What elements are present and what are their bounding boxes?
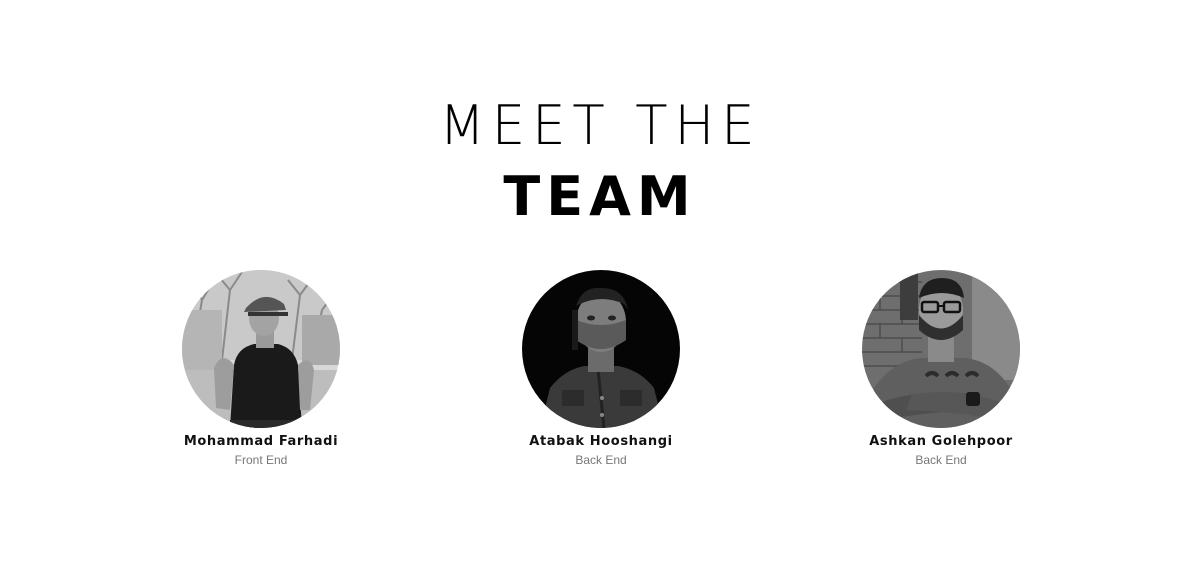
team-member-card: Ashkan Golehpoor Back End — [821, 270, 1061, 467]
team-member-card: Atabak Hooshangi Back End — [481, 270, 721, 467]
member-name: Mohammad Farhadi — [183, 434, 339, 449]
member-role: Back End — [915, 453, 967, 467]
heading-line-1: MEET THE — [0, 95, 1200, 157]
member-photo — [522, 270, 680, 428]
member-name: Ashkan Golehpoor — [869, 434, 1013, 449]
portrait-photo-icon — [522, 270, 680, 428]
member-role: Back End — [575, 453, 627, 467]
member-photo — [182, 270, 340, 428]
portrait-photo-icon — [182, 270, 340, 428]
heading-line-2: TEAM — [503, 165, 697, 228]
team-member-card: Mohammad Farhadi Front End — [141, 270, 381, 467]
portrait-photo-icon — [862, 270, 1020, 428]
member-role: Front End — [234, 453, 288, 467]
heading-light-text: MEET THE — [438, 94, 762, 157]
member-photo — [862, 270, 1020, 428]
member-name: Atabak Hooshangi — [529, 434, 673, 449]
